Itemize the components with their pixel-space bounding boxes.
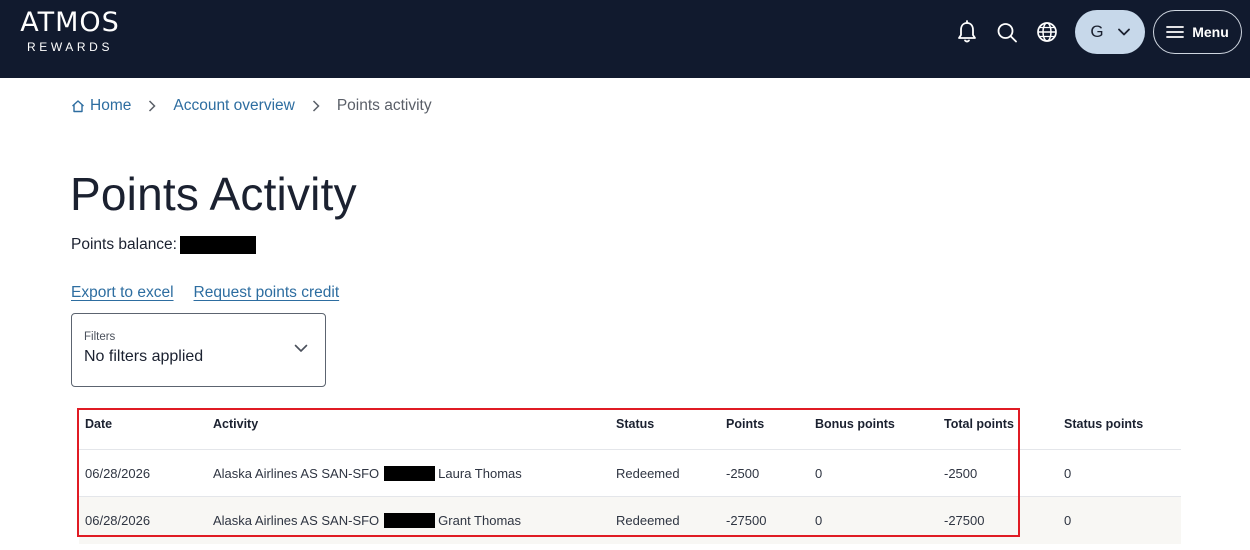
top-navigation-bar: ATMOS REWARDS G Menu [0,0,1250,78]
redacted-activity-detail [384,513,436,528]
search-icon[interactable] [995,19,1019,45]
breadcrumb-account-overview-link[interactable]: Account overview [173,97,294,115]
cell-date: 06/28/2026 [85,513,151,528]
hamburger-icon [1166,26,1185,38]
points-balance-label: Points balance: [71,236,177,253]
activity-description: Alaska Airlines AS SAN-SFO [213,465,380,481]
cell-points: -2500 [726,465,760,481]
cell-status: Redeemed [616,513,680,528]
table-header-row: Date Activity Status Points Bonus points… [79,410,1181,450]
logo-sub-text: REWARDS [26,40,114,54]
column-header-status[interactable]: Status [616,410,654,449]
cell-status-points: 0 [1064,465,1072,481]
redacted-balance-value [180,236,256,254]
cell-points: -27500 [726,513,767,528]
breadcrumb-current-page: Points activity [336,97,432,114]
column-header-date[interactable]: Date [85,410,112,449]
cell-total-points: -2500 [944,465,978,481]
column-header-bonus-points[interactable]: Bonus points [815,410,895,449]
breadcrumb-home-label: Home [90,97,132,114]
bell-icon[interactable] [955,19,979,45]
filters-value: No filters applied [84,348,204,365]
cell-status-points: 0 [1064,513,1072,528]
filters-dropdown[interactable]: Filters No filters applied [71,313,326,387]
cell-total-points: -27500 [944,513,985,528]
cell-bonus-points: 0 [815,513,823,528]
column-header-activity[interactable]: Activity [213,410,258,449]
logo-main-text: ATMOS [20,7,120,38]
breadcrumb: Home Account overview Points activity [71,96,432,116]
avatar-initial: G [1090,22,1104,41]
points-balance: Points balance: [71,236,256,254]
column-header-status-points[interactable]: Status points [1064,410,1143,449]
redacted-activity-detail [384,465,436,481]
page-title: Points Activity [70,168,357,220]
activity-actions: Export to excel Request points credit [71,284,339,302]
cell-bonus-points: 0 [815,465,823,481]
passenger-name: Grant Thomas [438,513,522,528]
account-avatar-button[interactable]: G [1075,10,1145,54]
export-to-excel-link[interactable]: Export to excel [71,284,174,302]
menu-button[interactable]: Menu [1153,10,1242,54]
menu-label: Menu [1192,24,1229,40]
filters-label: Filters [84,331,116,343]
activity-description: Alaska Airlines AS SAN-SFO [213,513,380,528]
chevron-down-icon [294,344,308,352]
column-header-total-points[interactable]: Total points [944,410,1014,449]
cell-activity: Alaska Airlines AS SAN-SFO Laura Thomas [213,450,522,496]
atmos-rewards-logo[interactable]: ATMOS REWARDS [10,8,130,55]
cell-status: Redeemed [616,465,680,481]
home-icon [72,100,84,113]
chevron-right-icon [312,100,320,112]
chevron-down-icon [1117,28,1130,36]
breadcrumb-home-link[interactable]: Home [71,97,131,115]
column-header-points[interactable]: Points [726,410,764,449]
request-points-credit-link[interactable]: Request points credit [194,284,340,302]
globe-icon[interactable] [1035,19,1059,45]
passenger-name: Laura Thomas [438,465,522,481]
cell-activity: Alaska Airlines AS SAN-SFO Grant Thomas [213,497,521,544]
cell-date: 06/28/2026 [85,465,151,481]
chevron-right-icon [148,100,156,112]
table-row[interactable]: 06/28/2026 Alaska Airlines AS SAN-SFO La… [79,450,1181,497]
table-row[interactable]: 06/28/2026 Alaska Airlines AS SAN-SFO Gr… [79,497,1181,544]
points-activity-table: Date Activity Status Points Bonus points… [79,410,1181,544]
